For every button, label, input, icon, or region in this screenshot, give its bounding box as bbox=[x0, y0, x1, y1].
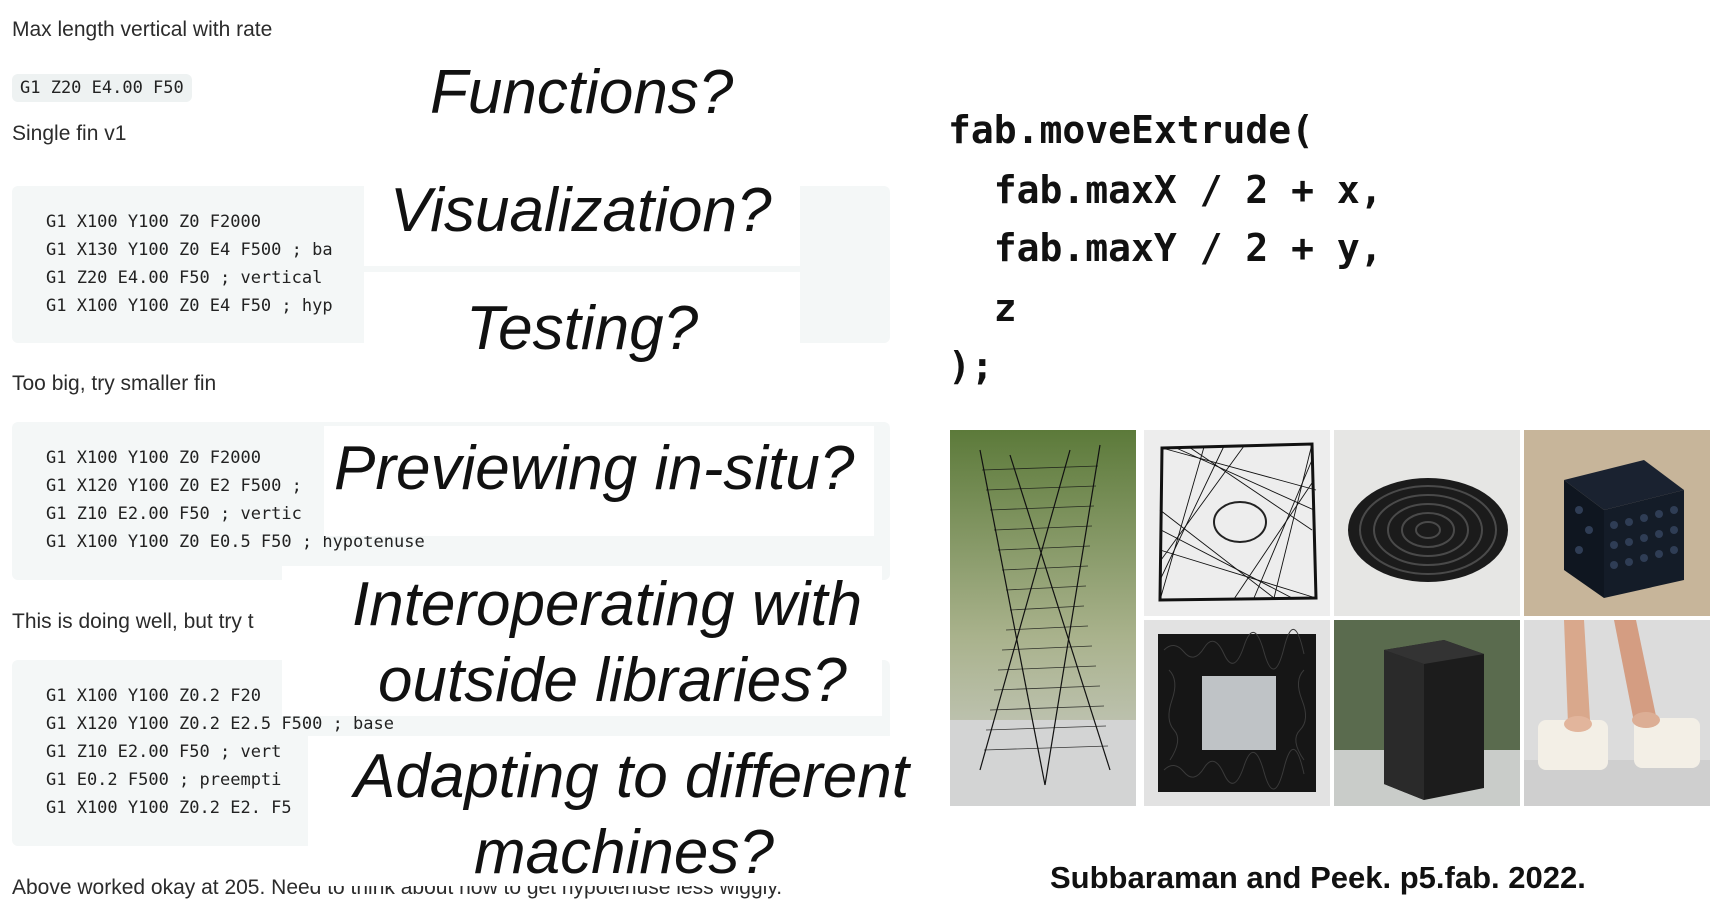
notebook-heading: Too big, try smaller fin bbox=[12, 372, 217, 395]
code-line: z bbox=[948, 286, 1017, 330]
code-line: fab.maxX / 2 + x, bbox=[948, 168, 1383, 212]
question-adapting: Adapting to different bbox=[354, 742, 909, 811]
notebook-heading: Single fin v1 bbox=[12, 122, 127, 145]
code-line: G1 Z10 E2.00 F50 ; vertic bbox=[46, 504, 302, 524]
code-line: G1 X120 Y100 Z0.2 E2.5 F500 ; base bbox=[46, 714, 394, 734]
citation: Subbaraman and Peek. p5.fab. 2022. bbox=[1050, 860, 1586, 895]
question-visualization: Visualization? bbox=[390, 176, 772, 245]
code-line: G1 X130 Y100 Z0 E4 F500 ; ba bbox=[46, 240, 333, 260]
code-line: G1 X120 Y100 Z0 E2 F500 ; bbox=[46, 476, 302, 496]
code-line: fab.moveExtrude( bbox=[948, 108, 1315, 152]
string-square-photo bbox=[1144, 430, 1330, 616]
inline-code: G1 Z20 E4.00 F50 bbox=[12, 74, 192, 102]
question-testing: Testing? bbox=[466, 294, 699, 363]
hollow-square-photo bbox=[1144, 620, 1330, 806]
code-line: G1 Z20 E4.00 F50 ; vertical bbox=[46, 268, 323, 288]
bead-cube-photo bbox=[1524, 430, 1710, 616]
white-foam-photo bbox=[1524, 620, 1710, 806]
code-line: G1 X100 Y100 Z0 F2000 bbox=[46, 212, 261, 232]
question-previewing: Previewing in-situ? bbox=[334, 434, 855, 503]
question-functions: Functions? bbox=[430, 58, 734, 127]
notebook-heading: Max length vertical with rate bbox=[12, 18, 273, 41]
code-line: fab.maxY / 2 + y, bbox=[948, 226, 1383, 270]
notebook-heading: This is doing well, but try t bbox=[12, 610, 254, 633]
code-line: G1 X100 Y100 Z0 E4 F50 ; hyp bbox=[46, 296, 333, 316]
code-line: G1 E0.2 F500 ; preempti bbox=[46, 770, 282, 790]
code-line: G1 X100 Y100 Z0.2 F20 bbox=[46, 686, 261, 706]
black-block-photo bbox=[1334, 620, 1520, 806]
question-machines: machines? bbox=[474, 818, 774, 887]
question-libraries: outside libraries? bbox=[378, 646, 847, 715]
question-interoperating: Interoperating with bbox=[352, 570, 863, 639]
code-line: G1 X100 Y100 Z0.2 E2. F5 bbox=[46, 798, 292, 818]
code-line: ); bbox=[948, 344, 994, 388]
code-line: G1 X100 Y100 Z0 F2000 bbox=[46, 448, 261, 468]
spiral-coil-photo bbox=[1334, 430, 1520, 616]
code-line: G1 Z10 E2.00 F50 ; vert bbox=[46, 742, 282, 762]
twisted-tower-photo bbox=[950, 430, 1136, 806]
